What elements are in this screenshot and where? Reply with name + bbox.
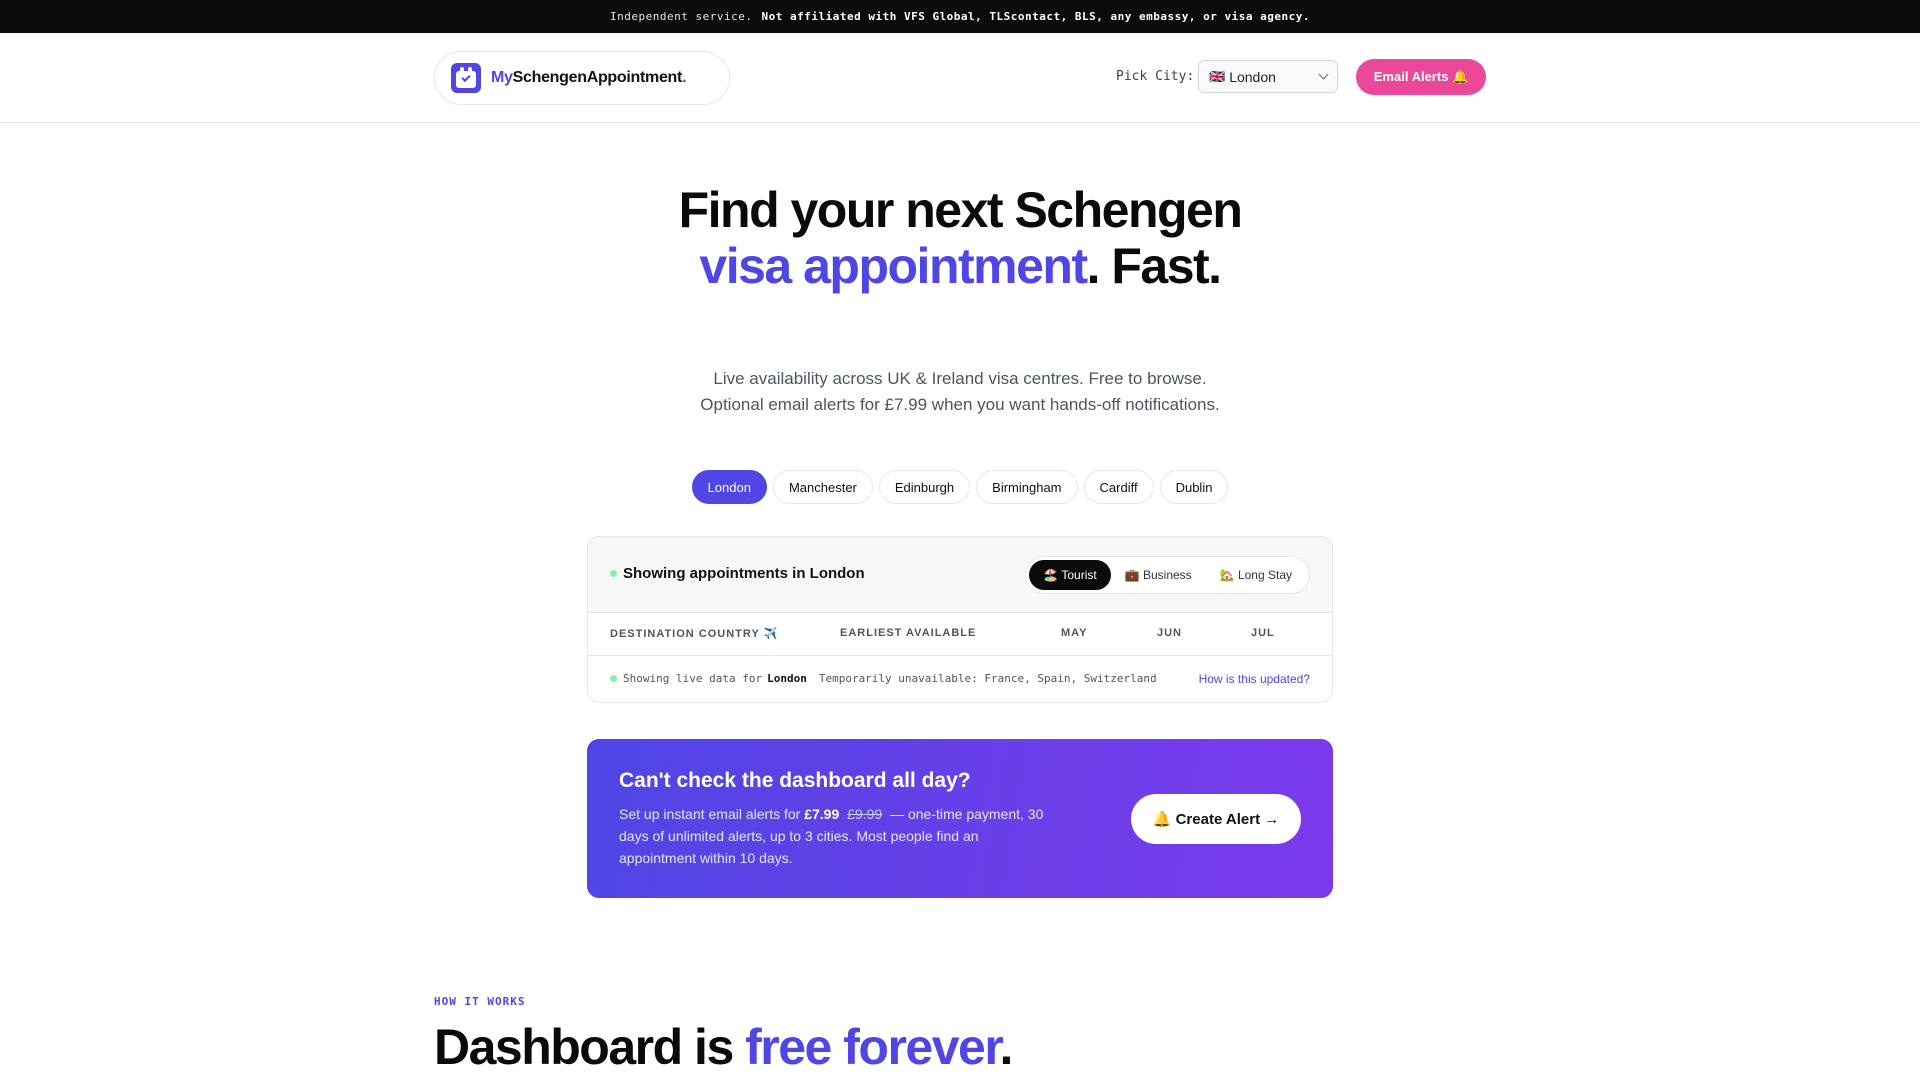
column-earliest[interactable]: EARLIEST AVAILABLE (840, 627, 976, 639)
section-title: Dashboard is free forever. (434, 1019, 1013, 1075)
live-dot-icon (610, 675, 617, 682)
live-data-label: Showing live data for (623, 672, 763, 685)
calendar-check-icon (451, 63, 481, 93)
hero-subtitle: Live availability across UK & Ireland vi… (700, 369, 1220, 414)
live-data-city: London (767, 672, 807, 685)
alert-cta-banner: Can't check the dashboard all day? Set u… (587, 739, 1333, 898)
city-pill-manchester[interactable]: Manchester (772, 470, 873, 504)
unavailable-notice: Temporarily unavailable: France, Spain, … (818, 672, 1157, 685)
column-may[interactable]: MAY (1061, 627, 1087, 639)
dashboard-footer: Showing live data for London Temporarily… (588, 656, 1332, 702)
banner-lead: Independent service. (610, 10, 753, 23)
city-filter: London Manchester Edinburgh Birmingham Cardi… (0, 470, 1920, 504)
column-jul[interactable]: JUL (1251, 627, 1275, 639)
column-jun[interactable]: JUN (1157, 627, 1182, 639)
visa-type-tab-0[interactable]: 🏖️ Tourist (1029, 560, 1111, 590)
city-select[interactable]: 🇬🇧 London (1198, 60, 1338, 93)
email-alerts-button[interactable]: Email Alerts 🔔 (1356, 59, 1486, 95)
cta-price: £7.99 (804, 806, 840, 822)
create-alert-button[interactable]: 🔔 Create Alert → (1131, 794, 1301, 844)
uk-flag-icon: 🇬🇧 (1209, 68, 1226, 84)
appointments-dashboard: Showing appointments in London 🏖️ Touris… (587, 536, 1333, 703)
disclaimer-banner: Independent service. Not affiliated with… (0, 0, 1920, 33)
section-eyebrow: HOW IT WORKS (434, 995, 526, 1008)
pick-city-label: Pick City: (1116, 69, 1195, 84)
city-pill-london[interactable]: London (691, 470, 767, 504)
city-pill-edinburgh[interactable]: Edinburgh (878, 470, 971, 504)
table-header: DESTINATION COUNTRY ✈️ EARLIEST AVAILABL… (588, 613, 1332, 656)
live-dot-icon (610, 570, 617, 577)
visa-type-tab-1[interactable]: 💼 Business (1111, 560, 1206, 590)
visa-type-tab-2[interactable]: 🏡 Long Stay (1206, 560, 1306, 590)
city-select-value: London (1229, 68, 1276, 85)
cta-title: Can't check the dashboard all day? (619, 769, 971, 792)
cta-text: Set up instant email alerts for £7.99 £9… (619, 806, 1044, 866)
visa-type-toggle: 🏖️ Tourist 💼 Business 🏡 Long Stay (1025, 556, 1310, 594)
dashboard-status: Showing appointments in London (610, 565, 865, 582)
city-pill-cardiff[interactable]: Cardiff (1083, 470, 1154, 504)
city-pill-dublin[interactable]: Dublin (1159, 470, 1229, 504)
logo-link[interactable]: MySchengenAppointment. (434, 51, 730, 105)
banner-disclaimer: Not affiliated with VFS Global, TLSconta… (761, 10, 1310, 23)
how-updated-link[interactable]: How is this updated? (1199, 672, 1310, 686)
logo-wordmark: MySchengenAppointment. (491, 69, 687, 86)
city-pill-birmingham[interactable]: Birmingham (976, 470, 1078, 504)
site-header: MySchengenAppointment. Pick City: 🇬🇧 Lon… (0, 33, 1920, 123)
cta-old-price: £9.99 (847, 806, 883, 822)
hero-title: Find your next Schengen visa appointment… (678, 182, 1243, 294)
column-destination[interactable]: DESTINATION COUNTRY ✈️ (610, 627, 778, 640)
chevron-down-icon (1318, 69, 1329, 80)
